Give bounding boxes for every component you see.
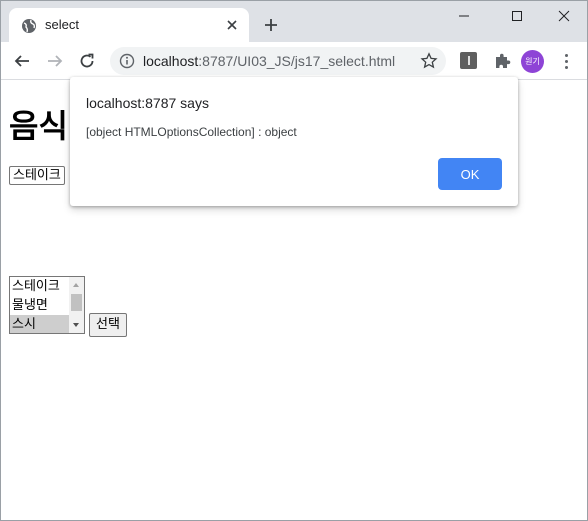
scroll-thumb[interactable] — [71, 294, 82, 311]
listbox-option[interactable]: 물냉면 — [10, 296, 69, 315]
maximize-icon[interactable] — [507, 6, 527, 26]
ok-button[interactable]: OK — [438, 158, 502, 190]
dialog-message: [object HTMLOptionsCollection] : object — [86, 125, 297, 139]
food-select-dropdown[interactable]: 스테이크 — [9, 166, 65, 185]
bookmark-star-icon[interactable] — [420, 52, 438, 70]
dialog-title: localhost:8787 says — [86, 95, 209, 111]
address-bar[interactable]: localhost:8787/UI03_JS/js17_select.html — [110, 47, 446, 75]
close-tab-icon[interactable] — [223, 16, 241, 34]
url-host: localhost — [143, 53, 199, 69]
url-path: :8787/UI03_JS/js17_select.html — [198, 53, 396, 69]
extensions-puzzle-icon[interactable] — [492, 51, 512, 71]
listbox-option-selected[interactable]: 스시 — [10, 315, 69, 333]
new-tab-icon[interactable] — [262, 16, 280, 34]
url-text[interactable]: localhost:8787/UI03_JS/js17_select.html — [143, 53, 395, 69]
browser-toolbar: localhost:8787/UI03_JS/js17_select.html … — [0, 42, 588, 80]
food-listbox[interactable]: 스테이크 물냉면 스시 — [9, 276, 85, 334]
reload-icon[interactable] — [77, 51, 97, 71]
scroll-down-arrow-icon[interactable] — [73, 323, 79, 327]
extension-icon[interactable] — [460, 52, 477, 69]
scroll-up-arrow-icon[interactable] — [73, 283, 79, 287]
tab-title: select — [45, 17, 79, 32]
choose-button[interactable]: 선택 — [89, 313, 127, 337]
globe-icon — [22, 19, 36, 33]
minimize-icon[interactable] — [454, 6, 474, 26]
back-arrow-icon[interactable] — [12, 51, 32, 71]
window-close-icon[interactable] — [554, 6, 574, 26]
alert-dialog: localhost:8787 says [object HTMLOptionsC… — [70, 77, 518, 206]
forward-arrow-icon[interactable] — [45, 51, 65, 71]
browser-tab[interactable]: select — [9, 8, 249, 42]
profile-avatar[interactable]: 원기 — [521, 50, 544, 73]
tab-strip: select — [0, 0, 588, 42]
menu-kebab-icon[interactable] — [558, 51, 574, 71]
listbox-scrollbar[interactable] — [69, 277, 84, 333]
page-title: 음식 — [9, 107, 68, 145]
listbox-option[interactable]: 스테이크 — [10, 277, 69, 296]
info-icon[interactable] — [119, 53, 135, 69]
